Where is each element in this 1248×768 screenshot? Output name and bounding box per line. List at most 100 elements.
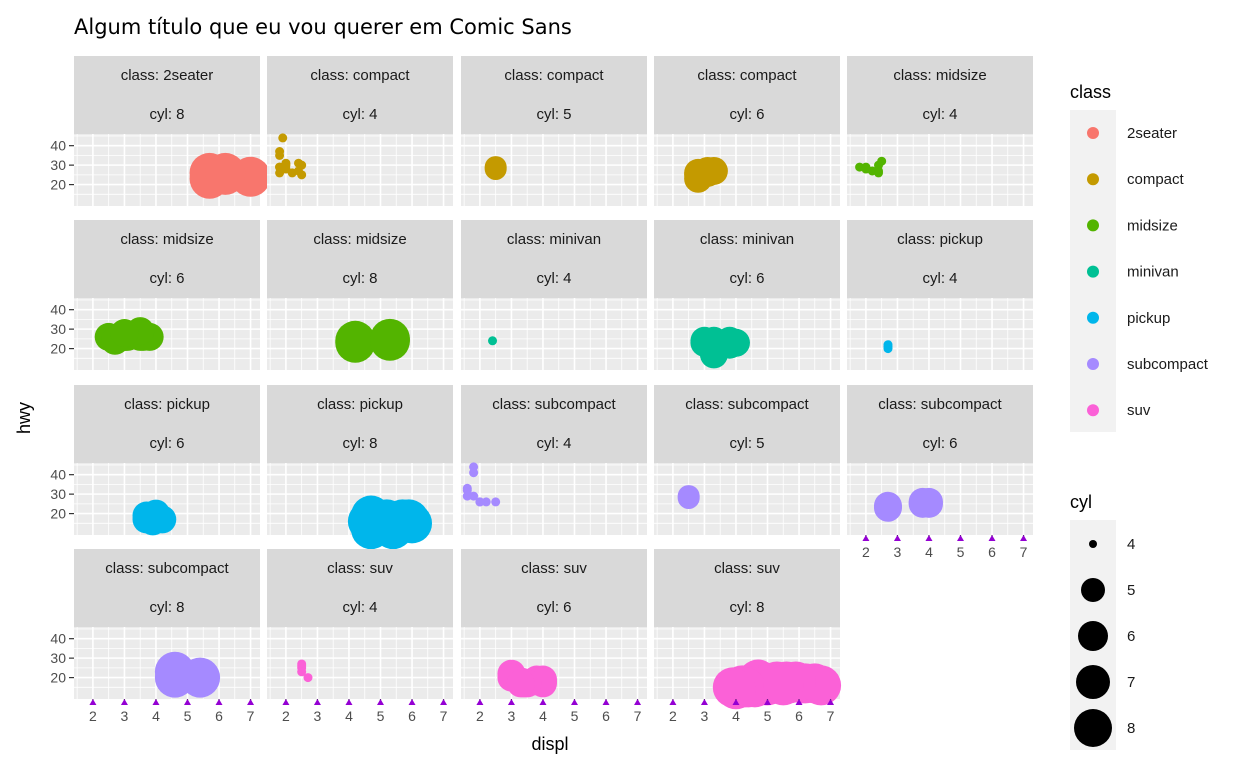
- facet-strip-cyl-label: cyl: 6: [729, 270, 764, 287]
- x-tick-label: 6: [215, 708, 223, 724]
- color-legend-swatch: [1087, 219, 1099, 232]
- y-tick-label: 40: [50, 138, 66, 154]
- facet-panel: class: midsize cyl: 8: [267, 220, 453, 370]
- data-point: [481, 497, 491, 507]
- data-point: [297, 170, 307, 180]
- facet-strip-class-label: class: pickup: [317, 396, 403, 413]
- facet-strip-cyl-label: cyl: 8: [149, 599, 184, 616]
- y-tick-label: 30: [50, 157, 66, 173]
- color-legend-title: class: [1070, 82, 1111, 102]
- x-tick-label: 2: [862, 544, 870, 560]
- facet-panel: class: pickup cyl: 8: [267, 385, 453, 550]
- facet-panel: class: minivan cyl: 4: [461, 220, 647, 370]
- data-point: [366, 501, 407, 542]
- data-point: [488, 336, 498, 346]
- x-tick-label: 7: [634, 708, 642, 724]
- facet-strip-cyl-label: cyl: 4: [536, 270, 571, 287]
- facet-strip-cyl-label: cyl: 4: [342, 599, 377, 616]
- x-tick-label: 4: [152, 708, 160, 724]
- facet-strip-class-label: class: midsize: [313, 231, 406, 248]
- facet-panel: class: compact cyl: 4: [267, 56, 453, 206]
- x-tick-label: 3: [508, 708, 516, 724]
- facet-panel: class: suv cyl: 8 2 3 4 5 6 7: [654, 549, 842, 724]
- color-legend-swatch: [1087, 173, 1099, 186]
- facet-strip-class-label: class: subcompact: [685, 396, 809, 413]
- facet-panel: class: minivan cyl: 6: [654, 220, 840, 370]
- data-point: [506, 669, 535, 698]
- size-legend-swatch: [1089, 540, 1097, 548]
- data-point: [469, 468, 479, 478]
- facet-strip-cyl-label: cyl: 6: [922, 435, 957, 452]
- x-tick-label: 5: [957, 544, 965, 560]
- x-tick-label: 6: [795, 708, 803, 724]
- size-legend-swatch: [1076, 665, 1110, 699]
- y-tick-label: 20: [50, 670, 66, 686]
- x-tick-label: 7: [827, 708, 835, 724]
- facet-strip-class-label: class: suv: [327, 560, 393, 577]
- y-tick-label: 30: [50, 650, 66, 666]
- data-point: [873, 493, 902, 522]
- color-legend-swatch: [1087, 127, 1099, 139]
- data-point: [690, 328, 719, 357]
- y-tick-label: 20: [50, 341, 66, 357]
- facet-panel: class: pickup cyl: 4: [847, 220, 1033, 370]
- facet-strip-cyl-label: cyl: 6: [729, 106, 764, 123]
- x-tick-label: 7: [247, 708, 255, 724]
- data-point: [883, 342, 893, 352]
- y-tick-label: 30: [50, 486, 66, 502]
- x-tick-label: 6: [408, 708, 416, 724]
- size-legend-swatch: [1078, 621, 1108, 651]
- facet-panel: class: compact cyl: 6: [654, 56, 840, 206]
- y-tick-label: 20: [50, 177, 66, 193]
- x-tick-label: 6: [988, 544, 996, 560]
- facet-strip-cyl-label: cyl: 6: [149, 435, 184, 452]
- x-tick-label: 5: [377, 708, 385, 724]
- panel-background: [461, 298, 647, 370]
- color-legend-label: 2seater: [1127, 125, 1177, 142]
- facet-strip-class-label: class: pickup: [897, 231, 983, 248]
- x-tick-label: 5: [184, 708, 192, 724]
- x-tick-label: 7: [1020, 544, 1028, 560]
- facet-panel: class: subcompact cyl: 5: [654, 385, 840, 535]
- size-legend-label: 8: [1127, 720, 1135, 737]
- x-tick-label: 2: [282, 708, 290, 724]
- facet-strip-cyl-label: cyl: 8: [342, 435, 377, 452]
- data-point: [275, 147, 285, 157]
- data-point: [278, 133, 288, 143]
- data-point: [908, 489, 937, 518]
- size-legend-swatch: [1081, 578, 1105, 602]
- color-legend-label: suv: [1127, 402, 1151, 419]
- color-legend-swatch: [1087, 358, 1099, 370]
- data-point: [874, 168, 884, 178]
- facet-strip-cyl-label: cyl: 4: [922, 270, 957, 287]
- facet-strip-class-label: class: pickup: [124, 396, 210, 413]
- panel-background: [847, 298, 1033, 370]
- facet-panel: class: midsize cyl: 6 20 30 40: [50, 220, 260, 370]
- facet-strip-class-label: class: compact: [504, 67, 604, 84]
- data-point: [693, 158, 722, 187]
- facet-strip-class-label: class: minivan: [507, 231, 601, 248]
- color-legend-swatch: [1087, 265, 1099, 278]
- color-legend-label: subcompact: [1127, 356, 1209, 373]
- x-tick-label: 3: [894, 544, 902, 560]
- panel-background: [267, 627, 453, 699]
- facet-strip-cyl-label: cyl: 8: [149, 106, 184, 123]
- y-axis-title: hwy: [14, 402, 34, 434]
- color-legend-label: midsize: [1127, 217, 1178, 234]
- facet-strip-cyl-label: cyl: 4: [342, 106, 377, 123]
- color-legend-label: minivan: [1127, 264, 1179, 281]
- x-tick-label: 3: [314, 708, 322, 724]
- facet-strip-cyl-label: cyl: 4: [536, 435, 571, 452]
- facet-panel: class: suv cyl: 4 2 3 4 5 6 7: [267, 549, 453, 724]
- y-tick-label: 30: [50, 321, 66, 337]
- x-tick-label: 2: [669, 708, 677, 724]
- y-tick-label: 40: [50, 631, 66, 647]
- x-tick-label: 5: [571, 708, 579, 724]
- data-point: [110, 319, 139, 348]
- color-legend-swatch: [1087, 404, 1099, 417]
- y-tick-label: 40: [50, 467, 66, 483]
- facet-panel: class: 2seater cyl: 8 20 30 40: [50, 56, 271, 206]
- size-legend-label: 4: [1127, 536, 1135, 553]
- x-tick-label: 4: [925, 544, 933, 560]
- data-point: [335, 320, 376, 361]
